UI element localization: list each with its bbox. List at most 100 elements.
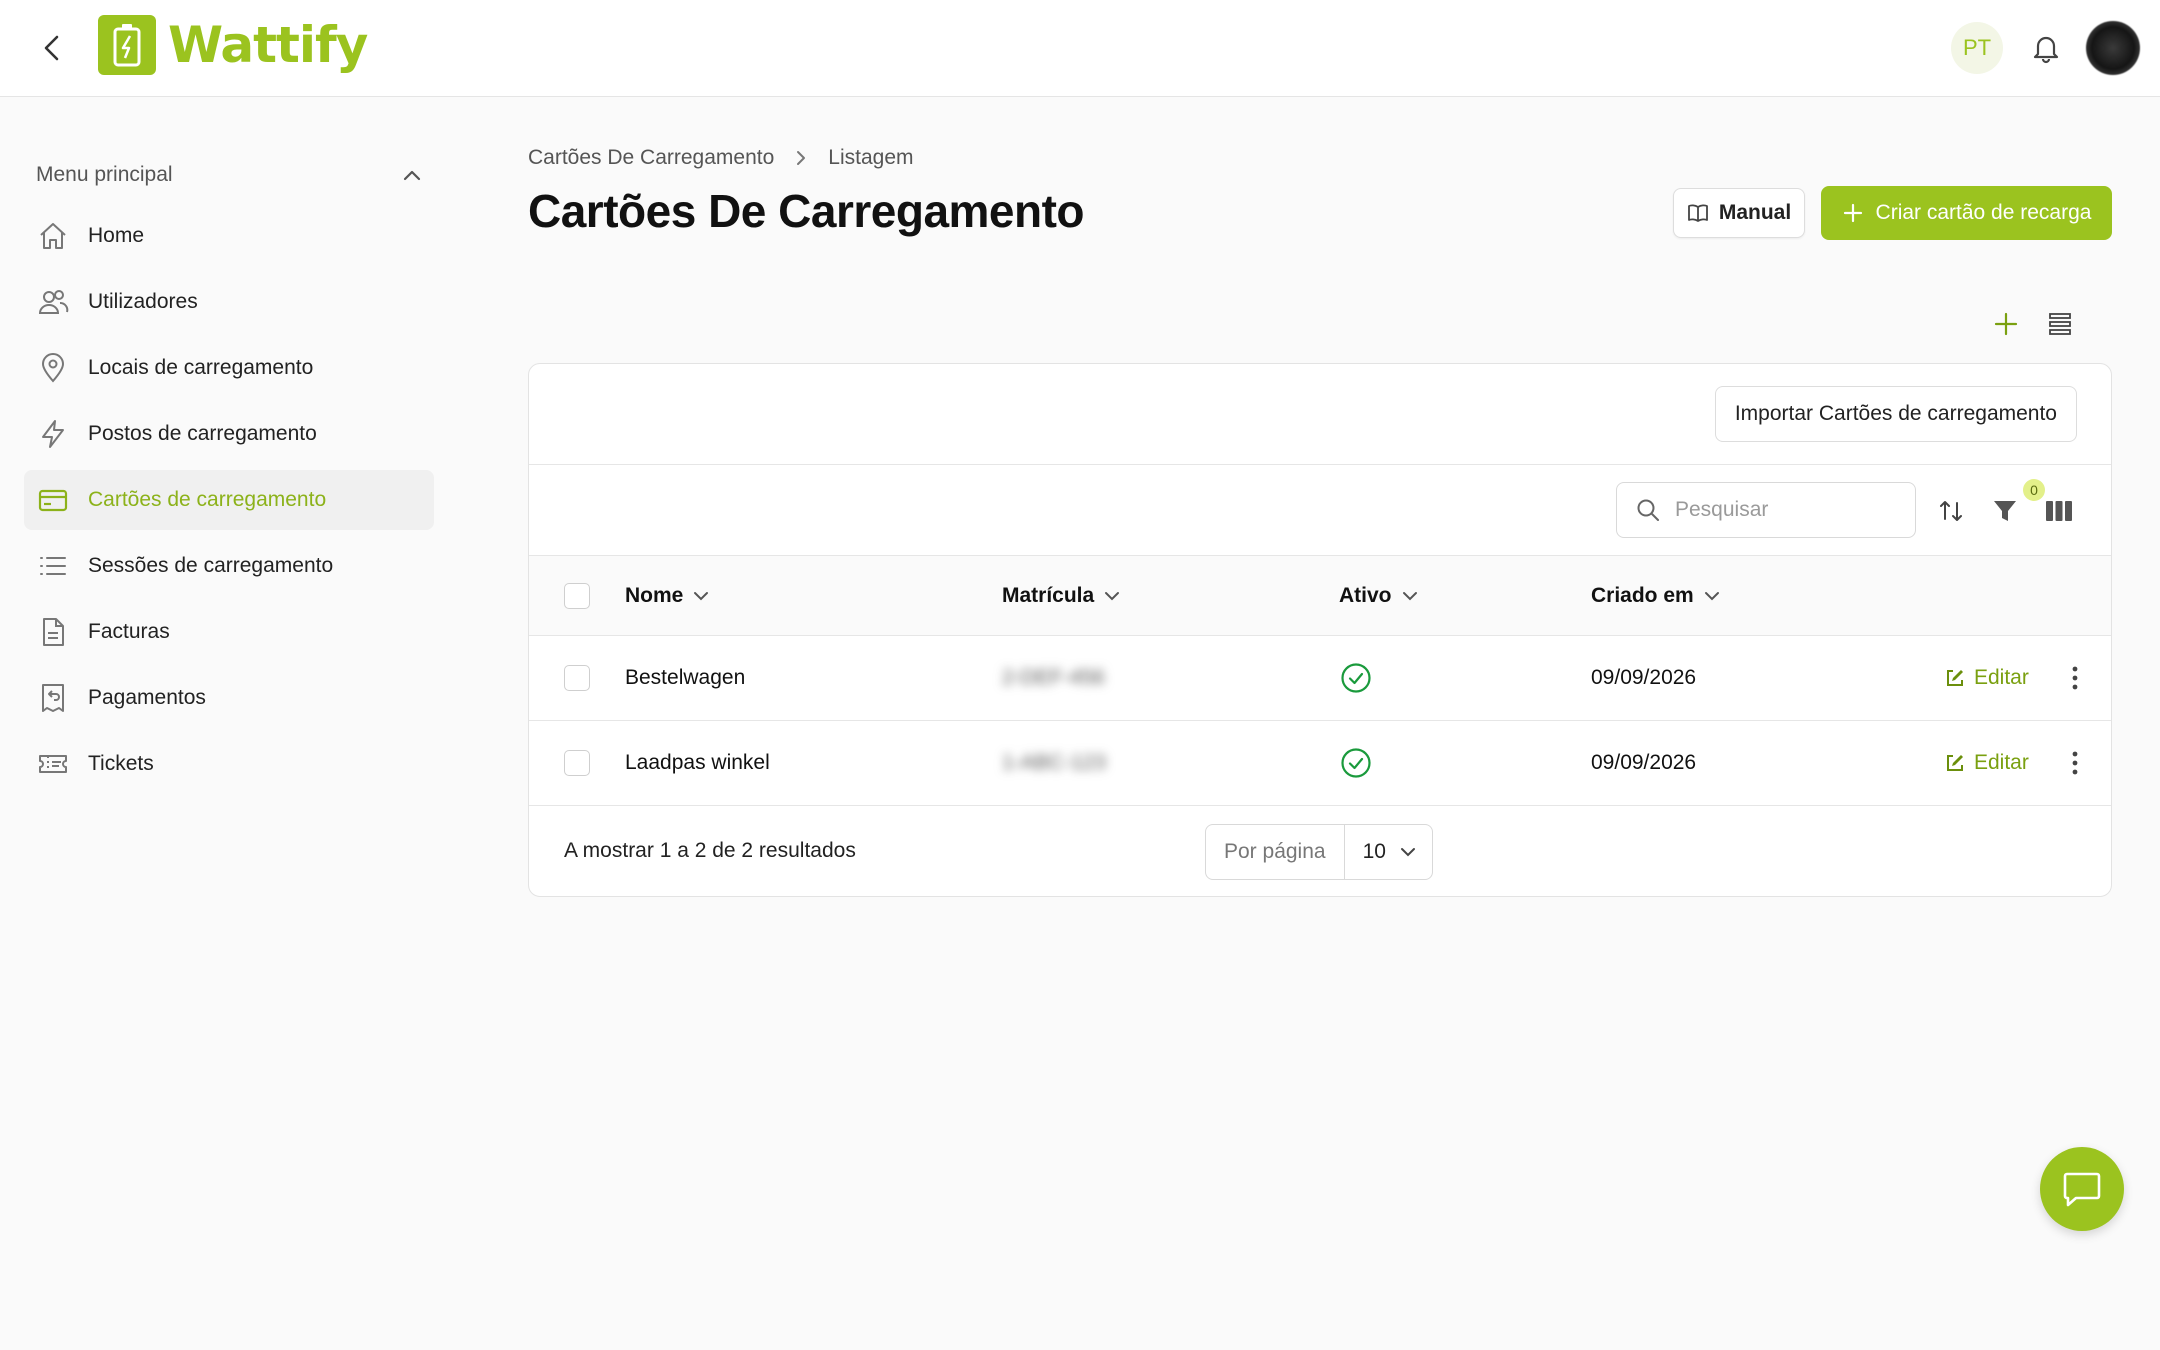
brand-name: Wattify: [168, 16, 368, 74]
home-icon: [36, 219, 70, 253]
document-icon: [36, 615, 70, 649]
search-box: [1616, 482, 1916, 538]
sidebar-item-users[interactable]: Utilizadores: [24, 272, 434, 332]
manual-button[interactable]: Manual: [1673, 188, 1805, 238]
row-checkbox[interactable]: [564, 665, 590, 691]
more-options-icon[interactable]: [2061, 721, 2089, 805]
per-page-value: 10: [1362, 840, 1386, 863]
search-input[interactable]: [1675, 498, 1895, 522]
chat-support-button[interactable]: [2040, 1147, 2124, 1231]
create-card-button[interactable]: Criar cartão de recarga: [1821, 186, 2112, 240]
chevron-down-icon: [694, 591, 709, 600]
user-avatar[interactable]: [2086, 21, 2140, 75]
users-icon: [36, 285, 70, 319]
add-widget-plus-icon[interactable]: [1990, 308, 2022, 340]
pagination-summary: A mostrar 1 a 2 de 2 resultados: [564, 839, 856, 862]
columns-icon[interactable]: [2043, 495, 2075, 527]
sidebar-item-invoices[interactable]: Facturas: [24, 602, 434, 662]
back-button[interactable]: [34, 30, 70, 66]
import-cards-button[interactable]: Importar Cartões de carregamento: [1714, 386, 2077, 442]
chevron-down-icon: [1400, 848, 1415, 857]
breadcrumb: Cartões De Carregamento Listagem: [528, 146, 914, 170]
battery-logo-icon: [98, 15, 156, 75]
plus-icon: [1843, 203, 1862, 223]
cards-table-card: Importar Cartões de carregamento 0 Nome …: [528, 363, 2112, 897]
per-page-label: Por página: [1206, 825, 1345, 879]
sidebar-item-charging-cards[interactable]: Cartões de carregamento: [24, 470, 434, 530]
sidebar-item-home[interactable]: Home: [24, 206, 434, 266]
sidebar: Menu principal Home Utilizadores Locais …: [24, 150, 434, 794]
sort-arrows-icon[interactable]: [1935, 495, 1967, 527]
sidebar-item-label: Pagamentos: [88, 686, 206, 709]
table-row: Bestelwagen 2-DEF-456 09/09/2026 Editar: [529, 636, 2111, 721]
row-select-cell: [564, 636, 590, 720]
column-header-label: Criado em: [1591, 583, 1694, 607]
row-created: 09/09/2026: [1591, 751, 1697, 774]
edit-button[interactable]: Editar: [1944, 636, 2029, 720]
breadcrumb-link-cards[interactable]: Cartões De Carregamento: [528, 146, 774, 170]
more-options-icon[interactable]: [2061, 636, 2089, 720]
sidebar-item-label: Cartões de carregamento: [88, 488, 327, 511]
language-switcher[interactable]: PT: [1951, 22, 2003, 74]
column-header-label: Matrícula: [1002, 583, 1095, 607]
filter-count-badge: 0: [2023, 479, 2045, 501]
list-icon: [36, 549, 70, 583]
row-name: Bestelwagen: [625, 666, 746, 689]
chevron-right-icon: [797, 151, 806, 165]
page-title: Cartões De Carregamento: [528, 185, 1085, 237]
per-page-dropdown[interactable]: 10: [1345, 825, 1432, 879]
chevron-down-icon: [1402, 591, 1417, 600]
column-header-active[interactable]: Ativo: [1339, 556, 1418, 635]
sidebar-item-label: Postos de carregamento: [88, 422, 317, 445]
row-name: Laadpas winkel: [625, 751, 770, 774]
filter-funnel-icon[interactable]: [1989, 495, 2021, 527]
table-toolbar: 0: [529, 465, 2111, 556]
sidebar-item-payments[interactable]: Pagamentos: [24, 668, 434, 728]
sidebar-item-label: Utilizadores: [88, 290, 198, 313]
sidebar-item-label: Locais de carregamento: [88, 356, 314, 379]
manual-button-label: Manual: [1718, 201, 1792, 224]
row-plate: 2-DEF-456: [1002, 666, 1105, 689]
book-open-icon: [1687, 204, 1708, 222]
sidebar-item-tickets[interactable]: Tickets: [24, 734, 434, 794]
menu-header-label: Menu principal: [36, 163, 173, 186]
receipt-refund-icon: [36, 681, 70, 715]
chevron-up-icon: [403, 170, 421, 181]
table-header-row: Nome Matrícula Ativo Criado em: [529, 556, 2111, 636]
menu-header-toggle[interactable]: Menu principal: [24, 150, 434, 200]
map-pin-icon: [36, 351, 70, 385]
edit-icon: [1947, 755, 1963, 771]
credit-card-icon: [36, 483, 70, 517]
select-all-checkbox[interactable]: [564, 582, 590, 609]
active-check-icon: [1340, 636, 1372, 720]
search-icon: [1637, 499, 1659, 521]
table-footer: A mostrar 1 a 2 de 2 resultados Por pági…: [529, 806, 2111, 896]
chevron-down-icon: [1704, 591, 1719, 600]
column-header-name[interactable]: Nome: [625, 556, 709, 635]
active-check-icon: [1340, 721, 1372, 805]
brand-logo[interactable]: Wattify: [98, 14, 368, 76]
notifications-bell-icon[interactable]: [2026, 28, 2066, 68]
column-header-plate[interactable]: Matrícula: [1002, 556, 1120, 635]
select-all-cell: [564, 556, 590, 635]
top-bar: Wattify PT: [0, 0, 2160, 97]
sidebar-item-label: Tickets: [88, 752, 154, 775]
sidebar-item-label: Facturas: [88, 620, 170, 643]
row-checkbox[interactable]: [564, 750, 590, 776]
row-plate: 1-ABC-123: [1002, 751, 1106, 774]
column-header-created[interactable]: Criado em: [1591, 556, 1720, 635]
sidebar-item-locations[interactable]: Locais de carregamento: [24, 338, 434, 398]
sidebar-item-label: Home: [88, 224, 145, 247]
create-card-button-label: Criar cartão de recarga: [1875, 201, 2092, 224]
row-created: 09/09/2026: [1591, 666, 1697, 689]
sidebar-item-charging-sessions[interactable]: Sessões de carregamento: [24, 536, 434, 596]
sidebar-item-charging-stations[interactable]: Postos de carregamento: [24, 404, 434, 464]
bolt-icon: [36, 417, 70, 451]
view-list-icon[interactable]: [2044, 308, 2076, 340]
row-select-cell: [564, 721, 590, 805]
chevron-down-icon: [1105, 591, 1120, 600]
edit-button[interactable]: Editar: [1944, 721, 2029, 805]
chat-bubble-icon: [2063, 1172, 2101, 1207]
sidebar-item-label: Sessões de carregamento: [88, 554, 334, 577]
edit-button-label: Editar: [1974, 751, 2029, 774]
